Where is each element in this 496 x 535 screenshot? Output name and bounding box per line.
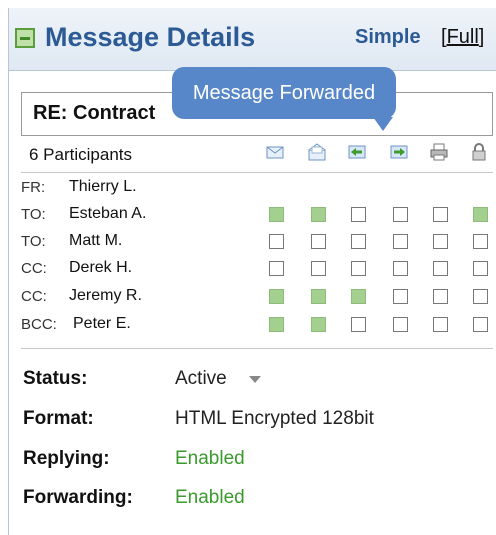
participant-role: FR: xyxy=(21,179,46,196)
participant-status-checkbox[interactable] xyxy=(433,317,448,332)
participant-status-checkbox[interactable] xyxy=(311,234,326,249)
participant-status-checkbox[interactable] xyxy=(433,234,448,249)
participant-name: Esteban A. xyxy=(69,205,147,222)
forwarding-label: Forwarding: xyxy=(23,487,133,508)
participant-status-checkbox[interactable] xyxy=(351,317,366,332)
print-icon[interactable] xyxy=(429,142,449,162)
participant-name: Peter E. xyxy=(73,315,131,332)
reply-icon[interactable] xyxy=(347,142,367,162)
participants-divider-top xyxy=(21,172,493,173)
replying-label: Replying: xyxy=(23,448,110,469)
forwarding-toggle[interactable]: Enabled xyxy=(175,487,245,509)
mail-read-icon[interactable] xyxy=(265,142,285,162)
view-full-link[interactable]: [Full] xyxy=(441,26,484,49)
participant-row: BCC: Peter E. xyxy=(21,314,493,336)
participant-role: CC: xyxy=(21,260,47,277)
participant-status-checkbox[interactable] xyxy=(433,289,448,304)
participant-status-checkbox[interactable] xyxy=(311,207,326,222)
participant-status-checkbox[interactable] xyxy=(269,261,284,276)
collapse-icon[interactable] xyxy=(15,28,35,48)
participant-name: Derek H. xyxy=(69,259,133,276)
participant-role: TO: xyxy=(21,233,46,250)
participant-status-checkbox[interactable] xyxy=(351,207,366,222)
participant-status-checkbox[interactable] xyxy=(269,234,284,249)
participant-status-checkbox[interactable] xyxy=(473,289,488,304)
participant-status-checkbox[interactable] xyxy=(473,261,488,276)
forward-icon[interactable] xyxy=(389,142,409,162)
tooltip-tail xyxy=(373,117,393,131)
panel-header: Message Details Simple [Full] xyxy=(9,8,496,71)
replying-toggle[interactable]: Enabled xyxy=(175,448,245,470)
participant-name: Thierry L. xyxy=(69,178,137,195)
message-details-panel: Message Details Simple [Full] RE: Contra… xyxy=(8,8,496,535)
participant-row: FR: Thierry L. xyxy=(21,177,493,199)
participant-role: TO: xyxy=(21,206,46,223)
participant-name: Jeremy R. xyxy=(69,287,142,304)
view-full-label[interactable]: Full xyxy=(447,26,479,48)
panel-title: Message Details xyxy=(45,22,256,52)
participant-status-checkbox[interactable] xyxy=(269,207,284,222)
chevron-down-icon[interactable] xyxy=(249,376,261,383)
mail-opened-icon[interactable] xyxy=(307,142,327,162)
participant-status-checkbox[interactable] xyxy=(311,317,326,332)
participant-name: Matt M. xyxy=(69,232,123,249)
participant-status-checkbox[interactable] xyxy=(393,261,408,276)
participant-row: TO: Esteban A. xyxy=(21,204,493,226)
subject-text: RE: Contract xyxy=(33,102,156,124)
participant-status-checkbox[interactable] xyxy=(311,289,326,304)
participant-role: CC: xyxy=(21,288,47,305)
format-label: Format: xyxy=(23,408,94,429)
participant-status-checkbox[interactable] xyxy=(269,317,284,332)
participant-status-checkbox[interactable] xyxy=(433,207,448,222)
participant-status-checkbox[interactable] xyxy=(351,289,366,304)
participant-status-checkbox[interactable] xyxy=(393,207,408,222)
participant-status-checkbox[interactable] xyxy=(311,261,326,276)
participant-status-checkbox[interactable] xyxy=(269,289,284,304)
view-simple-link[interactable]: Simple xyxy=(355,26,421,49)
participant-status-checkbox[interactable] xyxy=(393,317,408,332)
participant-status-checkbox[interactable] xyxy=(351,234,366,249)
participant-status-checkbox[interactable] xyxy=(473,234,488,249)
status-select[interactable]: Active xyxy=(175,368,227,390)
participant-status-checkbox[interactable] xyxy=(351,261,366,276)
participant-status-checkbox[interactable] xyxy=(433,261,448,276)
tooltip: Message Forwarded xyxy=(172,67,396,119)
participant-row: CC: Derek H. xyxy=(21,258,493,280)
bracket-close: ] xyxy=(478,26,485,48)
participants-divider-bottom xyxy=(21,348,493,349)
format-value: HTML Encrypted 128bit xyxy=(175,408,374,429)
participant-status-checkbox[interactable] xyxy=(473,317,488,332)
participants-count: 6 Participants xyxy=(29,145,132,164)
participant-role: BCC: xyxy=(21,316,57,333)
participant-row: CC: Jeremy R. xyxy=(21,286,493,308)
status-label: Status: xyxy=(23,368,88,389)
participant-status-checkbox[interactable] xyxy=(473,207,488,222)
participant-status-checkbox[interactable] xyxy=(393,289,408,304)
participant-status-checkbox[interactable] xyxy=(393,234,408,249)
lock-icon[interactable] xyxy=(469,142,489,162)
participant-row: TO: Matt M. xyxy=(21,231,493,253)
